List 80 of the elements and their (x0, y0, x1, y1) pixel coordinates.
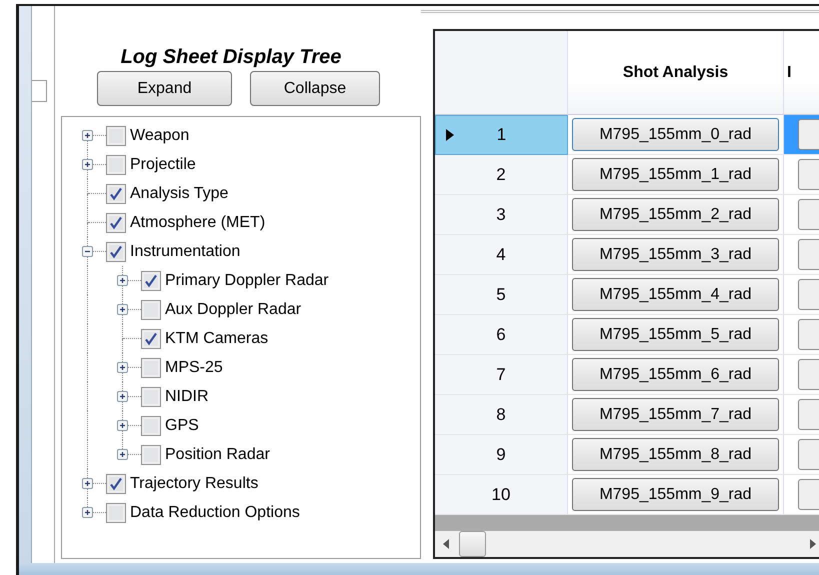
expand-icon[interactable] (82, 159, 93, 170)
checkbox[interactable] (141, 416, 161, 436)
tree-item-label[interactable]: Atmosphere (MET) (130, 214, 266, 232)
checkbox[interactable] (141, 386, 161, 406)
tree-item-label[interactable]: Projectile (130, 156, 196, 174)
cell-button[interactable]: M795_155mm_9_rad (572, 478, 779, 511)
checkbox[interactable] (141, 358, 161, 378)
tree-item-label[interactable]: Trajectory Results (130, 474, 258, 492)
row-header[interactable]: 1 (435, 115, 568, 155)
tree-item-label[interactable]: Position Radar (165, 446, 270, 464)
tree-button[interactable]: Collapse (250, 71, 380, 106)
cell-button[interactable] (798, 279, 819, 310)
scroll-right-icon[interactable] (810, 538, 816, 549)
cell-button[interactable] (798, 199, 819, 230)
cell-button[interactable] (798, 399, 819, 430)
checkbox[interactable] (106, 502, 126, 522)
row-header[interactable]: 3 (435, 195, 568, 235)
cell-button[interactable]: M795_155mm_1_rad (572, 158, 779, 191)
tree-item-label[interactable]: Aux Doppler Radar (165, 300, 302, 318)
panel-edge (32, 80, 47, 102)
checkbox[interactable] (141, 328, 161, 348)
expand-icon[interactable] (117, 391, 128, 402)
expand-icon[interactable] (82, 507, 93, 518)
tree-item-label[interactable]: Instrumentation (130, 242, 240, 260)
checkbox[interactable] (141, 300, 161, 320)
cell-button[interactable]: M795_155mm_6_rad (572, 358, 779, 391)
tree-item-label[interactable]: MPS-25 (165, 358, 223, 376)
expand-icon[interactable] (117, 304, 128, 315)
checkbox[interactable] (106, 154, 126, 174)
checkbox[interactable] (106, 242, 126, 262)
checkbox[interactable] (141, 444, 161, 464)
tree-item-label[interactable]: Weapon (130, 126, 190, 144)
tree-button[interactable]: Expand (97, 71, 232, 106)
row-header[interactable]: 2 (435, 155, 568, 195)
tree-item-label[interactable]: Data Reduction Options (130, 504, 300, 522)
cell-button[interactable]: M795_155mm_8_rad (572, 438, 779, 471)
tree-item-label[interactable]: Analysis Type (130, 184, 228, 202)
row-header[interactable]: 6 (435, 315, 568, 355)
row-header[interactable]: 10 (435, 475, 568, 515)
cell-button[interactable]: M795_155mm_3_rad (572, 238, 779, 271)
collapse-icon[interactable] (82, 246, 93, 257)
expand-icon[interactable] (117, 275, 128, 286)
expand-icon[interactable] (82, 478, 93, 489)
row-header[interactable]: 8 (435, 395, 568, 435)
row-header[interactable]: 5 (435, 275, 568, 315)
row-header[interactable]: 4 (435, 235, 568, 275)
cell-button[interactable]: M795_155mm_5_rad (572, 318, 779, 351)
cell-button[interactable] (798, 479, 819, 510)
cell-button[interactable] (798, 359, 819, 390)
tree-item-label[interactable]: KTM Cameras (165, 330, 268, 348)
scroll-left-icon[interactable] (443, 538, 449, 549)
cell-button[interactable]: M795_155mm_0_rad (572, 118, 779, 151)
cell-button[interactable] (798, 319, 819, 350)
row-header[interactable]: 7 (435, 355, 568, 395)
column-header[interactable]: Shot Analysis (622, 64, 728, 82)
panel-title: Log Sheet Display Tree (120, 46, 342, 69)
tree-item-label[interactable]: NIDIR (165, 388, 209, 406)
cell-button[interactable] (798, 159, 819, 190)
expand-icon[interactable] (117, 362, 128, 373)
current-row-icon (446, 129, 454, 141)
checkbox[interactable] (141, 270, 161, 290)
row-header[interactable]: 9 (435, 435, 568, 475)
expand-icon[interactable] (82, 130, 93, 141)
tree-item-label[interactable]: Primary Doppler Radar (165, 272, 329, 290)
expand-icon[interactable] (117, 449, 128, 460)
checkbox[interactable] (106, 184, 126, 204)
checkbox[interactable] (106, 126, 126, 146)
checkbox[interactable] (106, 212, 126, 232)
cell-button[interactable]: M795_155mm_7_rad (572, 398, 779, 431)
cell-button[interactable] (798, 439, 819, 470)
horizontal-scrollbar[interactable] (435, 530, 819, 557)
cell-button[interactable] (798, 239, 819, 270)
tree-item-label[interactable]: GPS (165, 416, 199, 434)
checkbox[interactable] (106, 474, 126, 494)
cell-button[interactable] (798, 119, 819, 150)
cell-button[interactable]: M795_155mm_4_rad (572, 278, 779, 311)
scroll-thumb[interactable] (459, 530, 486, 557)
cell-button[interactable]: M795_155mm_2_rad (572, 198, 779, 231)
column-header[interactable]: I (787, 64, 792, 82)
expand-icon[interactable] (117, 420, 128, 431)
